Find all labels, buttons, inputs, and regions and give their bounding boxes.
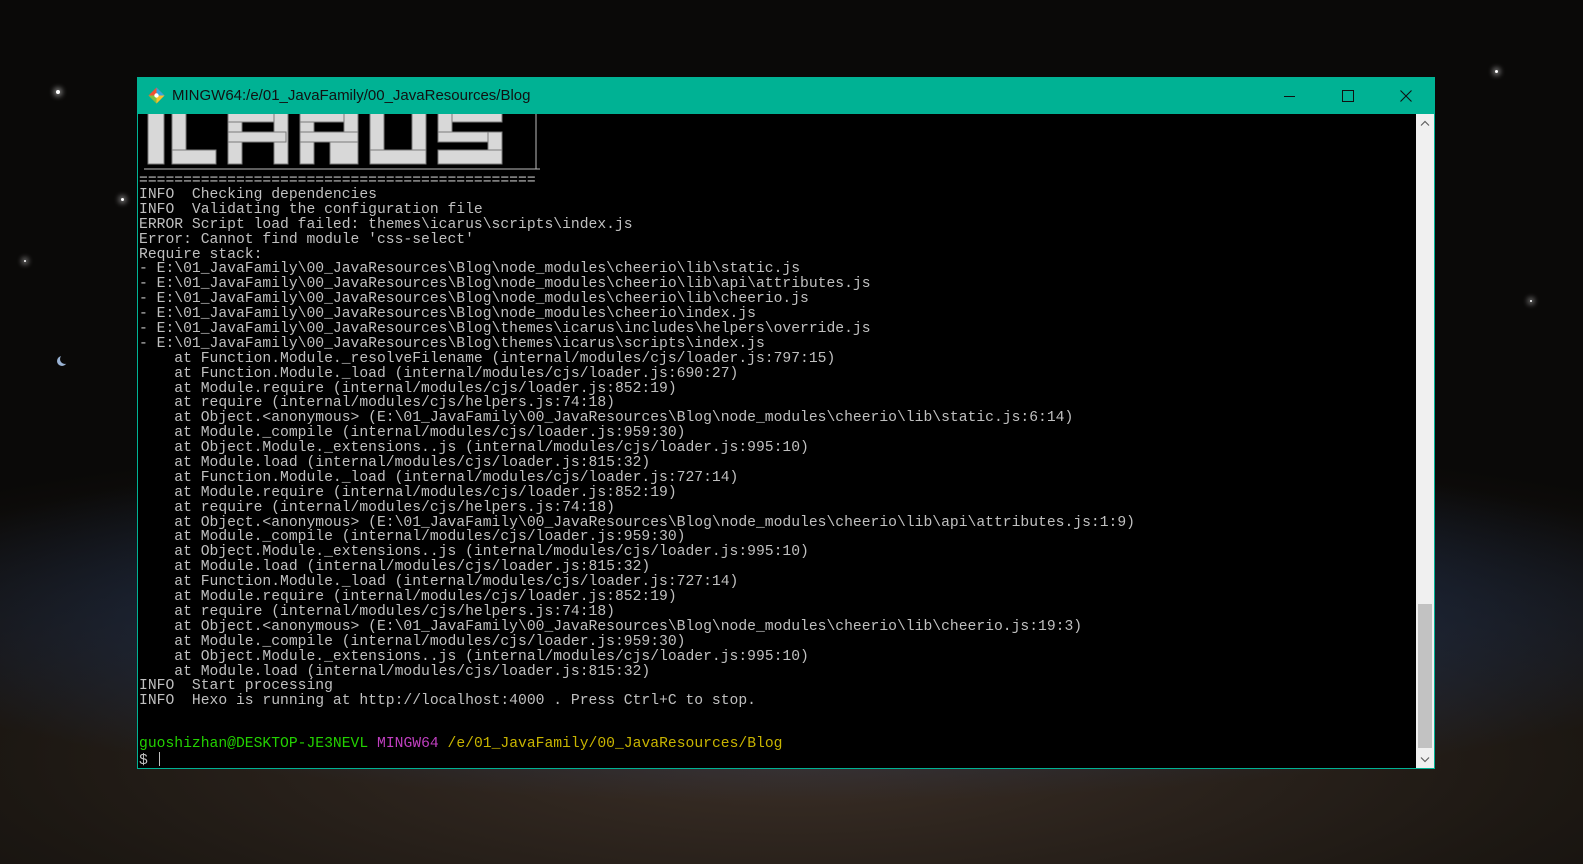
star xyxy=(1495,70,1498,73)
crescent-moon xyxy=(60,354,70,364)
terminal-output[interactable]: ========================================… xyxy=(138,114,1416,768)
output-line: at require (internal/modules/cjs/helpers… xyxy=(139,499,615,516)
output-line: at Object.<anonymous> (E:\01_JavaFamily\… xyxy=(139,618,1083,635)
output-line: INFO Start processing xyxy=(139,678,333,695)
prompt-symbol: $ xyxy=(139,753,148,768)
window-title: MINGW64:/e/01_JavaFamily/00_JavaResource… xyxy=(172,87,531,104)
output-line: at Module.load (internal/modules/cjs/loa… xyxy=(139,455,651,472)
maximize-button[interactable] xyxy=(1319,78,1377,114)
output-line: at Function.Module._load (internal/modul… xyxy=(139,365,739,382)
text-cursor xyxy=(158,752,160,766)
output-line: at Module.require (internal/modules/cjs/… xyxy=(139,380,677,397)
scroll-up-button[interactable] xyxy=(1416,114,1434,131)
prompt-user-host: guoshizhan@DESKTOP-JE3NEVL xyxy=(139,736,369,752)
output-line: at Object.<anonymous> (E:\01_JavaFamily\… xyxy=(139,410,1074,427)
output-line: at Object.Module._extensions..js (intern… xyxy=(139,648,809,665)
output-line: ERROR Script load failed: themes\icarus\… xyxy=(139,216,633,233)
output-line: Error: Cannot find module 'css-select' xyxy=(139,231,474,248)
output-line: at Module._compile (internal/modules/cjs… xyxy=(139,633,686,650)
output-line: at Module.require (internal/modules/cjs/… xyxy=(139,589,677,606)
title-bar[interactable]: MINGW64:/e/01_JavaFamily/00_JavaResource… xyxy=(138,78,1434,114)
output-line: - E:\01_JavaFamily\00_JavaResources\Blog… xyxy=(139,335,765,352)
output-line: at Module._compile (internal/modules/cjs… xyxy=(139,529,686,546)
output-line: Require stack: xyxy=(139,246,263,263)
scroll-up-arrow-icon xyxy=(1420,120,1430,126)
output-line: at Module.load (internal/modules/cjs/loa… xyxy=(139,559,651,576)
vertical-scrollbar[interactable] xyxy=(1416,114,1434,768)
command-input-line[interactable]: $ xyxy=(139,752,160,768)
scroll-down-arrow-icon xyxy=(1420,756,1430,762)
output-line: at Function.Module._resolveFilename (int… xyxy=(139,350,836,367)
output-line: INFO Checking dependencies xyxy=(139,187,377,203)
git-bash-icon xyxy=(148,87,165,104)
star xyxy=(121,198,124,201)
minimize-icon xyxy=(1284,96,1295,97)
scrollbar-thumb[interactable] xyxy=(1418,604,1432,748)
prompt-path: /e/01_JavaFamily/00_JavaResources/Blog xyxy=(447,736,783,752)
maximize-icon xyxy=(1342,90,1354,102)
terminal-window: MINGW64:/e/01_JavaFamily/00_JavaResource… xyxy=(137,77,1435,769)
output-line: - E:\01_JavaFamily\00_JavaResources\Blog… xyxy=(139,276,871,293)
scroll-down-button[interactable] xyxy=(1416,751,1434,768)
output-line: at Function.Module._load (internal/modul… xyxy=(139,469,739,486)
output-line: at Function.Module._load (internal/modul… xyxy=(139,574,739,591)
output-line: at Object.Module._extensions..js (intern… xyxy=(139,440,809,457)
output-line: - E:\01_JavaFamily\00_JavaResources\Blog… xyxy=(139,321,871,338)
output-line: INFO Hexo is running at http://localhost… xyxy=(139,693,756,710)
icarus-ascii-banner xyxy=(144,114,540,170)
output-line: at require (internal/modules/cjs/helpers… xyxy=(139,395,615,412)
output-line: at require (internal/modules/cjs/helpers… xyxy=(139,603,615,620)
output-line: at Object.Module._extensions..js (intern… xyxy=(139,544,809,561)
star xyxy=(1530,300,1532,302)
shell-prompt: guoshizhan@DESKTOP-JE3NEVL MINGW64 /e/01… xyxy=(139,737,782,752)
star xyxy=(56,90,60,94)
output-line: INFO Validating the configuration file xyxy=(139,201,483,218)
output-line: at Module._compile (internal/modules/cjs… xyxy=(139,425,686,442)
output-lines: INFO Checking dependencies INFO Validatin… xyxy=(139,188,1135,709)
output-line: at Object.<anonymous> (E:\01_JavaFamily\… xyxy=(139,514,1135,531)
output-line: at Module.require (internal/modules/cjs/… xyxy=(139,484,677,501)
close-icon xyxy=(1400,90,1412,102)
output-line: - E:\01_JavaFamily\00_JavaResources\Blog… xyxy=(139,261,801,278)
prompt-system: MINGW64 xyxy=(377,736,439,752)
output-line: - E:\01_JavaFamily\00_JavaResources\Blog… xyxy=(139,291,809,308)
output-line: - E:\01_JavaFamily\00_JavaResources\Blog… xyxy=(139,306,756,323)
output-line: at Module.load (internal/modules/cjs/loa… xyxy=(139,663,651,680)
close-button[interactable] xyxy=(1377,78,1435,114)
star xyxy=(24,260,26,262)
minimize-button[interactable] xyxy=(1261,78,1319,114)
